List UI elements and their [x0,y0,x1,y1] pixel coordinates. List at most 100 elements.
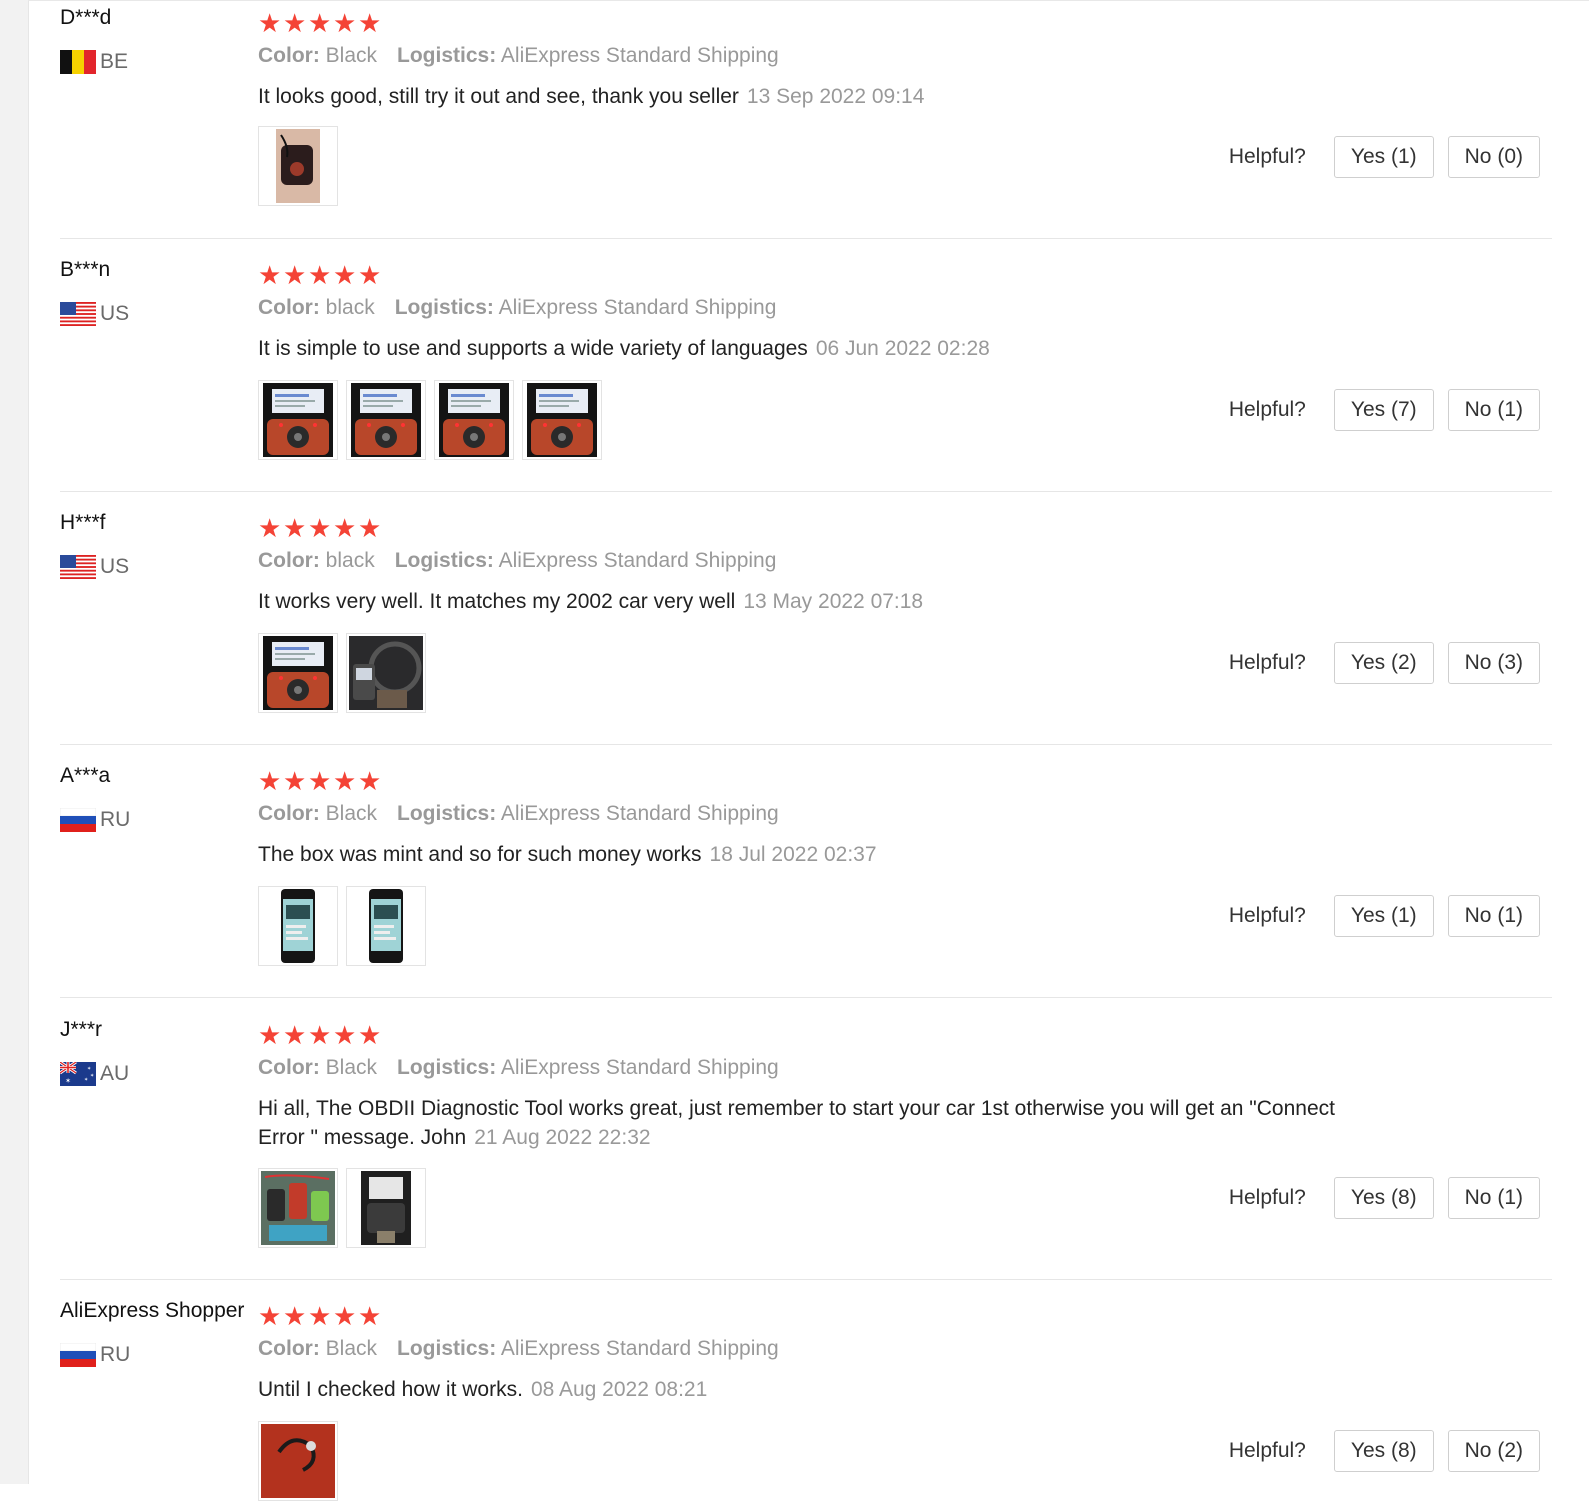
reviewer-country: US [60,300,129,328]
helpful-label: Helpful? [1228,651,1306,674]
helpful-votes: Helpful? Yes (8) No (1) [1229,1177,1540,1219]
review-photo-thumbnail[interactable] [258,1168,338,1248]
star-rating: ★ ★ ★ ★ ★ [258,262,381,288]
reviewer-name: B***n [60,258,111,281]
star-icon: ★ [283,1301,307,1331]
helpful-no-button[interactable]: No (1) [1447,1177,1540,1219]
review-item: H***f US ★ ★ ★ ★ ★ Color: black Logistics: AliEx… [60,505,1552,745]
reviewer-name: J***r [60,1018,103,1041]
color-value: Black [325,1056,378,1079]
logistics-label: Logistics: [397,1337,497,1360]
star-icon: ★ [283,766,307,796]
review-photo-thumbnail[interactable] [434,380,514,460]
helpful-label: Helpful? [1228,145,1306,168]
star-icon: ★ [258,260,282,290]
review-text-row: It looks good, still try it out and see,… [258,82,1378,111]
logistics-value: AliExpress Standard Shipping [500,1056,779,1079]
helpful-yes-button[interactable]: Yes (8) [1333,1177,1434,1219]
helpful-no-button[interactable]: No (1) [1447,389,1540,431]
review-photo-thumbnail[interactable] [522,380,602,460]
helpful-yes-button[interactable]: Yes (1) [1333,895,1434,937]
helpful-no-button[interactable]: No (2) [1447,1430,1540,1472]
star-icon: ★ [258,1301,282,1331]
review-photo-thumbnail[interactable] [258,126,338,206]
helpful-no-button[interactable]: No (0) [1447,136,1540,178]
color-value: Black [325,802,378,825]
color-label: Color: [258,296,320,319]
color-label: Color: [258,549,320,572]
flag-usa-icon [60,302,100,326]
review-text-row: Hi all, The OBDII Diagnostic Tool works … [258,1094,1378,1152]
reviewer-country: ✶ ✶ ✶ ✶ AU [60,1060,129,1088]
review-photo-thumbnail[interactable] [346,886,426,966]
star-icon: ★ [308,1020,332,1050]
review-photo-thumbnail[interactable] [346,633,426,713]
reviewer-country: RU [60,806,130,834]
helpful-no-button[interactable]: No (1) [1447,895,1540,937]
star-icon: ★ [283,8,307,38]
flag-russia-icon [60,1343,100,1367]
color-label: Color: [258,44,320,67]
review-photo-thumbnail[interactable] [258,886,338,966]
logistics-label: Logistics: [394,296,494,319]
page-left-gutter [0,0,29,1484]
helpful-no-button[interactable]: No (3) [1447,642,1540,684]
helpful-votes: Helpful? Yes (8) No (2) [1229,1430,1540,1472]
logistics-value: AliExpress Standard Shipping [500,1337,779,1360]
reviewer-name: H***f [60,511,106,534]
star-rating: ★ ★ ★ ★ ★ [258,1303,381,1329]
star-icon: ★ [283,513,307,543]
color-value: black [325,296,375,319]
review-item: A***a RU ★ ★ ★ ★ ★ Color: Black Logistics: AliEx… [60,758,1552,998]
star-rating: ★ ★ ★ ★ ★ [258,515,381,541]
review-text: Until I checked how it works. [258,1378,523,1401]
helpful-yes-button[interactable]: Yes (7) [1333,389,1434,431]
review-photo-thumbnail[interactable] [346,1168,426,1248]
star-icon: ★ [308,1301,332,1331]
review-sku-info: Color: black Logistics: AliExpress Standa… [258,296,776,320]
star-icon: ★ [308,513,332,543]
helpful-votes: Helpful? Yes (1) No (1) [1229,895,1540,937]
star-icon: ★ [333,1301,357,1331]
review-text-row: It is simple to use and supports a wide … [258,334,1378,363]
review-photo-thumbnail[interactable] [258,380,338,460]
star-icon: ★ [358,766,382,796]
reviewer-name: AliExpress Shopper [60,1299,245,1322]
star-icon: ★ [358,1020,382,1050]
color-value: Black [325,44,378,67]
review-photo-thumbnail[interactable] [258,1421,338,1501]
review-text-row: The box was mint and so for such money w… [258,840,1378,869]
country-code: AU [100,1062,130,1085]
review-photos [258,126,338,206]
helpful-yes-button[interactable]: Yes (8) [1333,1430,1434,1472]
star-icon: ★ [283,260,307,290]
star-icon: ★ [333,260,357,290]
helpful-votes: Helpful? Yes (7) No (1) [1229,389,1540,431]
review-photos [258,1168,426,1248]
review-item: J***r ✶ ✶ ✶ ✶ AU ★ ★ ★ ★ ★ Color: Black Logistics: A… [60,1012,1552,1280]
svg-text:✶: ✶ [84,1077,88,1083]
star-icon: ★ [358,513,382,543]
color-label: Color: [258,1337,320,1360]
helpful-yes-button[interactable]: Yes (2) [1333,642,1434,684]
helpful-label: Helpful? [1228,1439,1306,1462]
star-icon: ★ [333,766,357,796]
country-code: US [100,555,130,578]
review-photo-thumbnail[interactable] [346,380,426,460]
star-icon: ★ [258,8,282,38]
helpful-label: Helpful? [1228,904,1306,927]
review-text-row: It works very well. It matches my 2002 c… [258,587,1378,616]
review-photo-thumbnail[interactable] [258,633,338,713]
helpful-votes: Helpful? Yes (1) No (0) [1229,136,1540,178]
review-text-row: Until I checked how it works. 08 Aug 2022… [258,1375,1378,1404]
helpful-yes-button[interactable]: Yes (1) [1333,136,1434,178]
country-code: US [100,302,130,325]
helpful-label: Helpful? [1228,398,1306,421]
country-code: RU [100,1343,131,1366]
reviewer-country: RU [60,1341,130,1369]
review-item: B***n US ★ ★ ★ ★ ★ Color: black Logistics: AliEx… [60,252,1552,492]
color-value: black [325,549,375,572]
review-item: AliExpress Shopper RU ★ ★ ★ ★ ★ Color: Black Log… [60,1293,1552,1501]
review-text: It works very well. It matches my 2002 c… [258,590,736,613]
star-icon: ★ [258,513,282,543]
